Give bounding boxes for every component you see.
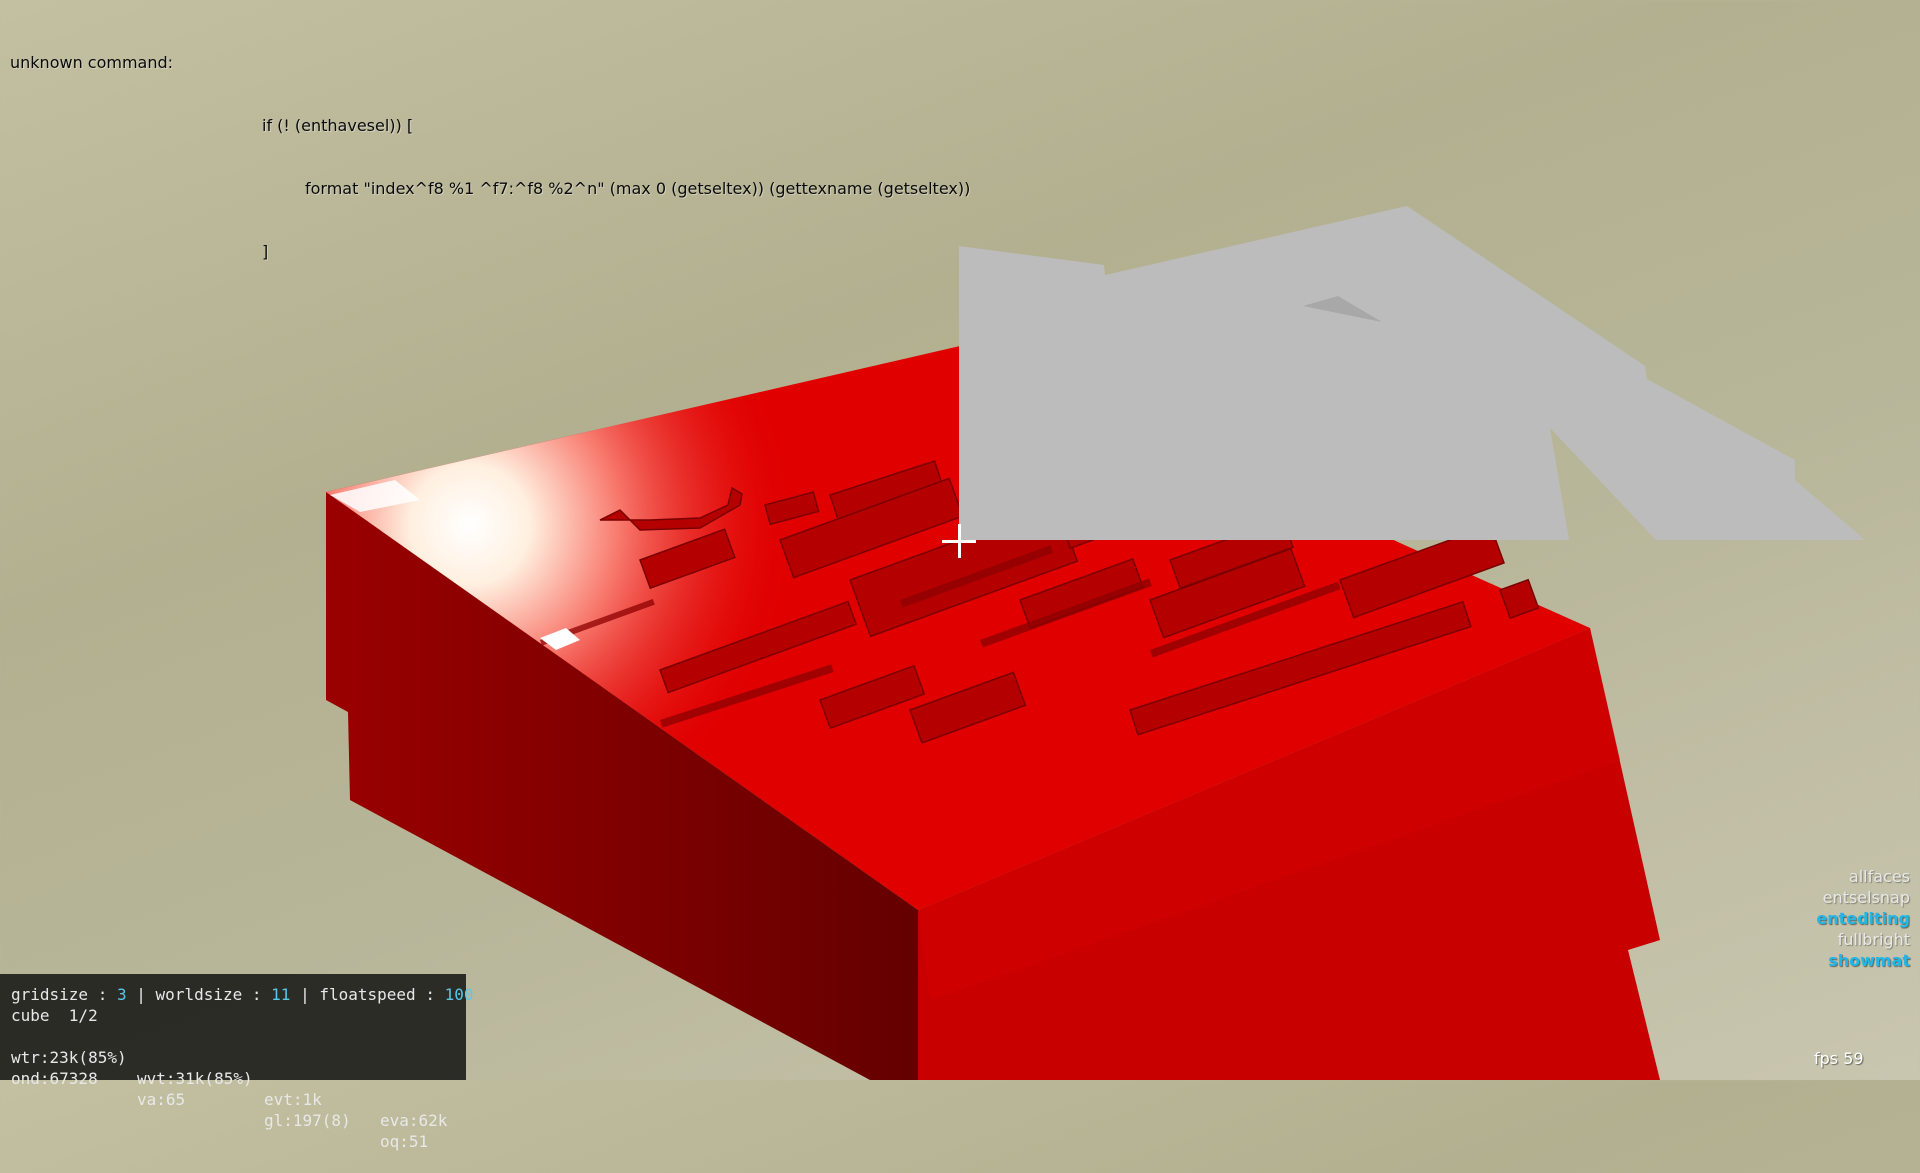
wvt-stat: wvt:31k(85%) <box>137 1069 253 1088</box>
toggle-showmat: showmat <box>1828 951 1910 970</box>
console-line-error: unknown command: <box>10 53 174 72</box>
toggle-entediting: entediting <box>1816 909 1910 928</box>
console-line-code: ] <box>262 242 269 261</box>
eva-stat: eva:62k <box>380 1111 448 1130</box>
gridsize-label: gridsize <box>11 985 89 1004</box>
separator: : <box>251 985 262 1004</box>
floatspeed-label: floatspeed <box>319 985 416 1004</box>
separator: : <box>97 985 108 1004</box>
worldsize-label: worldsize <box>155 985 243 1004</box>
floatspeed-value: 100 <box>444 985 474 1004</box>
console-output: unknown command: if (! (enthavesel)) [ f… <box>10 10 970 283</box>
stats-row-cube: cube 1/2 <box>11 1005 466 1026</box>
stats-row-settings: gridsize : 3 | worldsize : 11 | floatspe… <box>11 984 474 1005</box>
stats-row-query: ond:67328 va:65 gl:197(8) oq:51 <box>11 1047 466 1151</box>
toggle-allfaces: allfaces <box>1848 867 1910 886</box>
va-stat: va:65 <box>137 1090 186 1109</box>
editor-toggles: allfaces entselsnap entediting fullbrigh… <box>1816 866 1910 971</box>
separator: | <box>136 985 146 1004</box>
evt-stat: evt:1k <box>264 1090 322 1109</box>
toggle-fullbright: fullbright <box>1837 930 1910 949</box>
gridsize-value: 3 <box>116 985 127 1004</box>
console-line-code: format "index^f8 %1 ^f7:^f8 %2^n" (max 0… <box>305 179 971 198</box>
gl-stat: gl:197(8) <box>264 1111 351 1130</box>
cube-count: cube 1/2 <box>11 1006 98 1025</box>
fps-counter: fps 59 <box>1814 1049 1864 1068</box>
worldsize-value: 11 <box>271 985 291 1004</box>
crosshair-icon <box>942 524 976 558</box>
console-line-code: if (! (enthavesel)) [ <box>262 116 414 135</box>
separator: | <box>300 985 310 1004</box>
editor-stats-panel: gridsize : 3 | worldsize : 11 | floatspe… <box>0 974 474 1151</box>
selection-geometry <box>959 206 1865 540</box>
oq-stat: oq:51 <box>380 1132 429 1151</box>
stats-row-render: wtr:23k(85%) wvt:31k(85%) evt:1k eva:62k <box>11 1026 466 1130</box>
separator: : <box>425 985 435 1004</box>
toggle-entselsnap: entselsnap <box>1822 888 1910 907</box>
ond-stat: ond:67328 <box>11 1069 98 1088</box>
